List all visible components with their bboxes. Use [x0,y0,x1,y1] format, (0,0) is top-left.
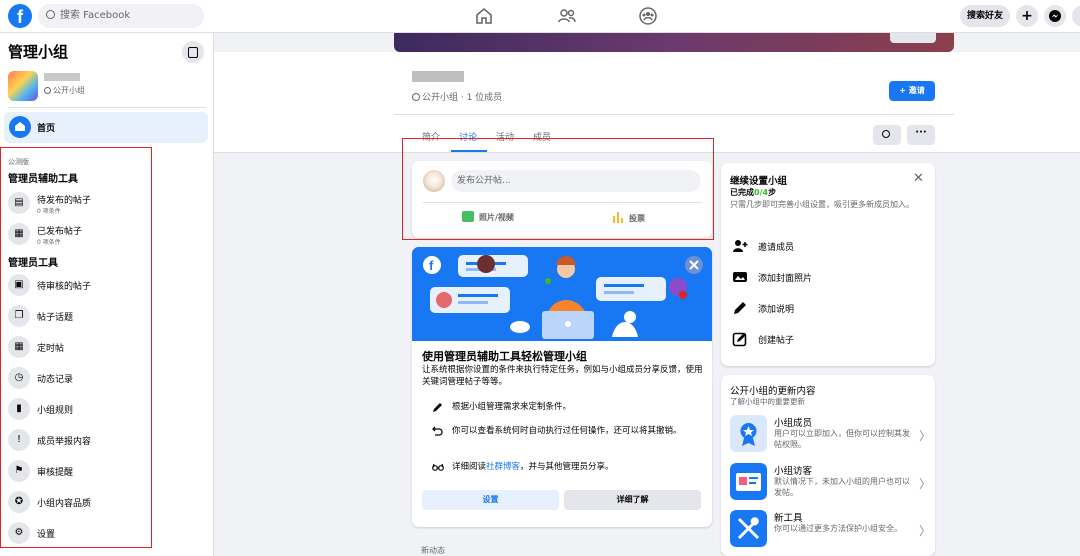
chevron-right-icon: 〉 [919,429,932,443]
group-avatar[interactable] [8,71,38,101]
top-navigation-bar: f 搜索 Facebook 搜索好友 + [0,0,1080,33]
compose-icon [732,332,747,347]
setup-item-invite[interactable]: 邀请成员 [730,236,930,258]
setup-item-description[interactable]: 添加说明 [730,298,930,320]
member-badge-icon [730,415,767,452]
setup-item-cover-photo[interactable]: 添加封面照片 [730,267,930,289]
collapse-sidebar-icon[interactable] [182,41,204,63]
globe-icon [412,93,420,101]
update-item-members[interactable]: 小组成员 用户可以立即加入，但你可以控制其发帖权限。 〉 [730,415,932,459]
home-icon[interactable] [474,6,494,26]
promo-title: 使用管理员辅助工具轻松管理小组 [422,350,587,363]
update-item-visitors[interactable]: 小组访客 默认情况下，未加入小组的用户也可以发帖。 〉 [730,463,932,507]
admin-assist-promo-card: f 使用管理员辅助工具轻松管理小组 让系统根据你设置的条件来执行特定任务，例如与… [412,247,712,527]
promo-row-customize: 根据小组管理需求来定制条件。 [432,401,702,413]
setup-hint: 只需几步即可完善小组设置，吸引更多新成员加入。 [730,200,914,209]
undo-icon [432,426,443,436]
chevron-right-icon: 〉 [919,524,932,538]
more-options-button[interactable]: ··· [907,125,935,145]
promo-row-blog: 详细阅读社群博客，并与其他管理员分享。 [432,461,702,473]
glasses-icon [432,463,444,471]
chevron-right-icon: 〉 [919,477,932,491]
create-plus-icon[interactable]: + [1016,5,1038,27]
group-privacy-label: 公开小组 [44,85,85,96]
globe-icon [44,87,51,94]
tools-icon [730,510,767,547]
visitor-card-icon [730,463,767,500]
setup-title: 继续设置小组 [730,176,788,187]
settings-button[interactable]: 设置 [422,490,559,510]
public-group-updates-card: 公开小组的更新内容 了解小组中的重要更新 小组成员 用户可以立即加入，但你可以控… [721,375,935,556]
search-icon [46,10,55,19]
updates-title: 公开小组的更新内容 [730,386,816,397]
messenger-icon[interactable] [1044,5,1066,27]
add-person-icon [733,240,748,252]
promo-illustration: f [412,247,712,341]
highlight-box-composer [402,138,714,240]
learn-more-button[interactable]: 详细了解 [564,490,701,510]
group-title-redacted [412,71,464,82]
notifications-icon[interactable] [1072,5,1080,27]
continue-setup-card: 继续设置小组 ✕ 已完成0/4步 只需几步即可完善小组设置，吸引更多新成员加入。… [721,163,935,366]
friends-icon[interactable] [557,6,577,26]
photo-icon [733,272,747,282]
setup-item-create-post[interactable]: 创建帖子 [730,329,930,351]
cover-photo [394,33,954,52]
edit-cover-button[interactable] [890,33,936,43]
promo-description: 让系统根据你设置的条件来执行特定任务，例如与小组成员分享反馈，使用关键词管理帖子… [422,365,703,387]
divider [394,114,954,115]
group-name-redacted[interactable] [44,73,80,81]
group-meta: 公开小组 · 1 位成员 [412,90,502,103]
community-blog-link[interactable]: 社群博客 [486,462,520,472]
find-friends-button[interactable]: 搜索好友 [960,5,1010,27]
update-item-new-tools[interactable]: 新工具 你可以通过更多方法保护小组安全。 〉 [730,510,932,554]
divider [8,107,206,108]
search-input[interactable]: 搜索 Facebook [38,4,204,28]
pencil-icon [734,302,746,314]
more-icon: ··· [915,127,927,138]
promo-row-undo: 你可以查看系统何时自动执行过任何操作，还可以将其撤销。 [432,425,702,437]
updates-subtitle: 了解小组中的重要更新 [730,397,805,406]
highlight-box-sidebar [0,147,152,548]
svg-text:f: f [429,258,434,273]
invite-button[interactable]: + 邀请 [889,81,935,101]
sidebar-title: 管理小组 [8,43,69,61]
pencil-icon [433,403,442,412]
setup-progress: 已完成0/4步 [730,188,777,197]
home-icon [9,116,31,138]
close-icon[interactable]: ✕ [913,171,924,186]
search-icon [882,130,890,138]
news-feed-label: 新动态 [421,546,445,555]
facebook-logo-icon[interactable]: f [8,4,32,28]
sidebar-item-home[interactable]: 首页 [4,112,208,143]
groups-icon[interactable] [638,6,658,26]
search-group-button[interactable] [873,125,901,145]
